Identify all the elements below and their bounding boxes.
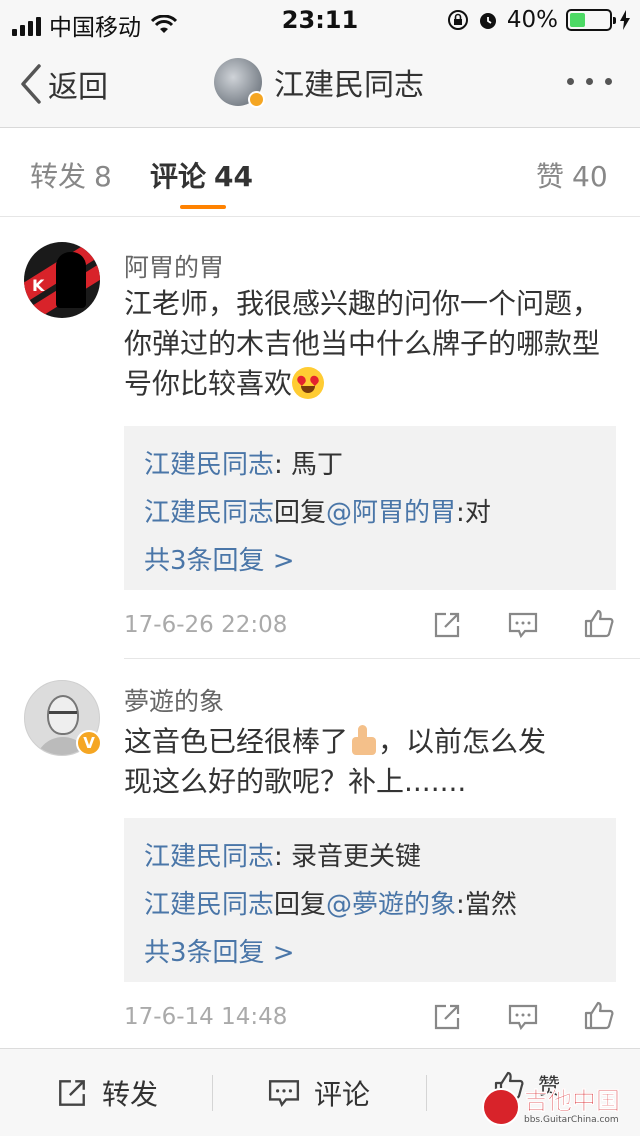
comment-label: 评论 [314, 1078, 371, 1111]
tab-label: 转发 [30, 160, 87, 193]
reply-author-link[interactable]: 江建民同志 [144, 890, 274, 920]
reply-text: 馬丁 [291, 450, 344, 480]
comment-text: 江老师，我很感兴趣的问你一个问题，你弹过的木吉他当中什么牌子的哪款型号你比较喜欢 [124, 284, 614, 404]
reply-sep: : [274, 450, 292, 480]
comment-icon [268, 1080, 300, 1108]
comment-author[interactable]: 阿胃的胃 [124, 248, 224, 284]
comment-button[interactable]: 评论 [268, 1073, 370, 1113]
nav-bar: 返回 江建民同志 [0, 40, 640, 128]
more-dots-icon [567, 78, 574, 85]
tab-label: 评论 [150, 160, 207, 193]
share-icon [59, 1080, 85, 1106]
back-button[interactable]: 返回 [20, 62, 108, 106]
battery-percent: 40% [506, 7, 558, 33]
reply-author-link[interactable]: 江建民同志 [144, 842, 274, 872]
avatar[interactable]: K [24, 242, 100, 318]
reply-sep: : [456, 498, 465, 528]
active-tab-indicator [180, 205, 226, 209]
reply-text: 當然 [464, 890, 517, 920]
comment-author[interactable]: 夢遊的象 [124, 682, 224, 718]
verified-badge-icon: V [76, 730, 102, 756]
page-title: 江建民同志 [274, 68, 424, 103]
comment-body: ，以前怎么发 [378, 725, 547, 758]
status-bar: 中国移动 23:11 40% [0, 0, 640, 41]
battery-icon [566, 9, 616, 31]
tab-count: 44 [214, 160, 253, 193]
watermark-logo: 吉他中国 bbs.GuitarChina.com [482, 1084, 632, 1130]
reply-sep: : [274, 842, 292, 872]
reply-mention-link[interactable]: @阿胃的胃 [326, 498, 456, 528]
reply-item: 江建民同志: 录音更关键 [144, 836, 421, 873]
tab-reposts[interactable]: 转发 8 [30, 155, 112, 195]
reply-item: 江建民同志回复@夢遊的象:當然 [144, 884, 517, 921]
watermark-url: bbs.GuitarChina.com [524, 1115, 619, 1125]
comment-body: 这音色已经很棒了 [124, 725, 349, 758]
tab-bar: 转发 8 评论 44 赞 40 [0, 129, 640, 217]
alarm-icon [479, 13, 496, 29]
comment-timestamp: 17-6-14 14:48 [124, 1004, 288, 1030]
watermark-name: 吉他中国 [524, 1087, 621, 1115]
repost-button[interactable]: 转发 [56, 1073, 158, 1113]
watermark-text: 吉他中国 bbs.GuitarChina.com [524, 1087, 621, 1126]
comment-text: 这音色已经很棒了 ，以前怎么发 现这么好的歌呢？补上....... [124, 722, 614, 802]
share-icon[interactable] [432, 1002, 462, 1032]
reply-icon[interactable] [508, 1002, 538, 1032]
comment-timestamp: 17-6-26 22:08 [124, 612, 288, 638]
nav-user[interactable]: 江建民同志 [214, 58, 424, 108]
reply-sep: : [456, 890, 465, 920]
comment-item: K 阿胃的胃 江老师，我很感兴趣的问你一个问题，你弹过的木吉他当中什么牌子的哪款… [0, 218, 640, 659]
reply-box[interactable]: 江建民同志: 馬丁 江建民同志回复@阿胃的胃:对 共3条回复 > [124, 426, 616, 590]
repost-label: 转发 [102, 1078, 159, 1111]
reply-text: 录音更关键 [291, 842, 422, 872]
reply-author-link[interactable]: 江建民同志 [144, 450, 274, 480]
reply-icon[interactable] [508, 610, 538, 640]
reply-text: 对 [464, 498, 491, 528]
reply-mention-link[interactable]: @夢遊的象 [326, 890, 456, 920]
rotation-lock-icon [447, 10, 468, 30]
tab-count: 8 [94, 160, 112, 193]
heart-eyes-emoji-icon [292, 367, 325, 399]
reply-item: 江建民同志: 馬丁 [144, 444, 343, 481]
verified-badge-icon [248, 91, 265, 108]
more-replies-link[interactable]: 共3条回复 > [144, 540, 295, 577]
divider [426, 1075, 427, 1111]
divider [212, 1075, 213, 1111]
more-replies-link[interactable]: 共3条回复 > [144, 932, 295, 969]
reply-verb: 回复 [274, 890, 327, 920]
like-icon[interactable] [584, 1000, 614, 1030]
guitar-logo-icon [482, 1088, 520, 1126]
like-icon[interactable] [584, 608, 614, 638]
comment-line: 现这么好的歌呢？补上....... [124, 765, 467, 798]
tab-comments[interactable]: 评论 44 [150, 155, 253, 195]
reply-box[interactable]: 江建民同志: 录音更关键 江建民同志回复@夢遊的象:當然 共3条回复 > [124, 818, 616, 982]
avatar[interactable] [214, 58, 265, 108]
back-label: 返回 [48, 70, 108, 105]
reply-author-link[interactable]: 江建民同志 [144, 498, 274, 528]
status-right: 40% [447, 7, 630, 33]
thumbs-up-emoji-icon [348, 725, 378, 757]
comment-body: 江老师，我很感兴趣的问你一个问题，你弹过的木吉他当中什么牌子的哪款型号你比较喜欢 [124, 287, 601, 400]
reply-item: 江建民同志回复@阿胃的胃:对 [144, 492, 491, 529]
chevron-left-icon [21, 64, 41, 104]
battery-fill [570, 13, 586, 27]
tab-count: 40 [572, 160, 608, 193]
comment-line: 这音色已经很棒了 ，以前怎么发 [124, 722, 614, 762]
tab-likes[interactable]: 赞 40 [536, 155, 608, 195]
tab-label: 赞 [536, 160, 565, 193]
share-icon[interactable] [432, 610, 462, 640]
more-button[interactable] [567, 78, 612, 85]
comment-item: V 夢遊的象 这音色已经很棒了 ，以前怎么发 现这么好的歌呢？补上....... … [0, 658, 640, 1048]
charging-bolt-icon [620, 10, 630, 30]
reply-verb: 回复 [274, 498, 327, 528]
